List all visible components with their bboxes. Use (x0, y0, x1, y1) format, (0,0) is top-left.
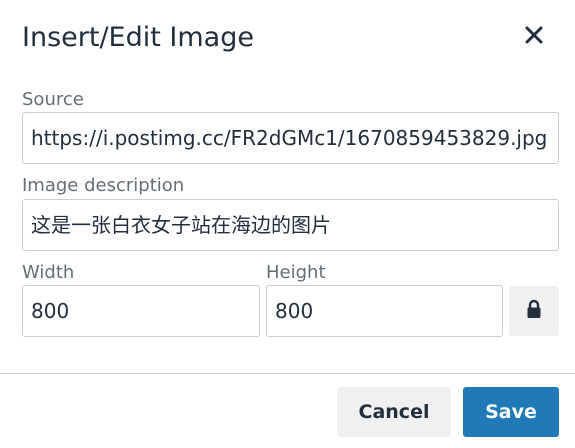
height-input[interactable]: 800 (266, 285, 503, 337)
cancel-button[interactable]: Cancel (337, 387, 451, 437)
width-input-value: 800 (31, 299, 70, 323)
close-button[interactable] (514, 18, 554, 56)
save-button[interactable]: Save (463, 387, 559, 437)
source-input[interactable]: https://i.postimg.cc/FR2dGMc1/1670859453… (22, 112, 559, 164)
description-label: Image description (22, 175, 185, 196)
footer-divider (0, 373, 575, 374)
dialog-title: Insert/Edit Image (22, 22, 254, 53)
constrain-proportions-button[interactable] (509, 286, 559, 336)
insert-edit-image-dialog: Insert/Edit Image Source https://i.posti… (0, 0, 575, 448)
description-input-value: 这是一张白衣女子站在海边的图片 (31, 213, 331, 237)
description-input[interactable]: 这是一张白衣女子站在海边的图片 (22, 199, 559, 251)
source-label: Source (22, 89, 84, 110)
close-icon (524, 25, 544, 49)
lock-icon (526, 299, 542, 323)
source-input-value: https://i.postimg.cc/FR2dGMc1/1670859453… (31, 126, 548, 150)
width-input[interactable]: 800 (22, 285, 260, 337)
width-label: Width (22, 262, 75, 283)
height-input-value: 800 (275, 299, 314, 323)
height-label: Height (266, 262, 326, 283)
